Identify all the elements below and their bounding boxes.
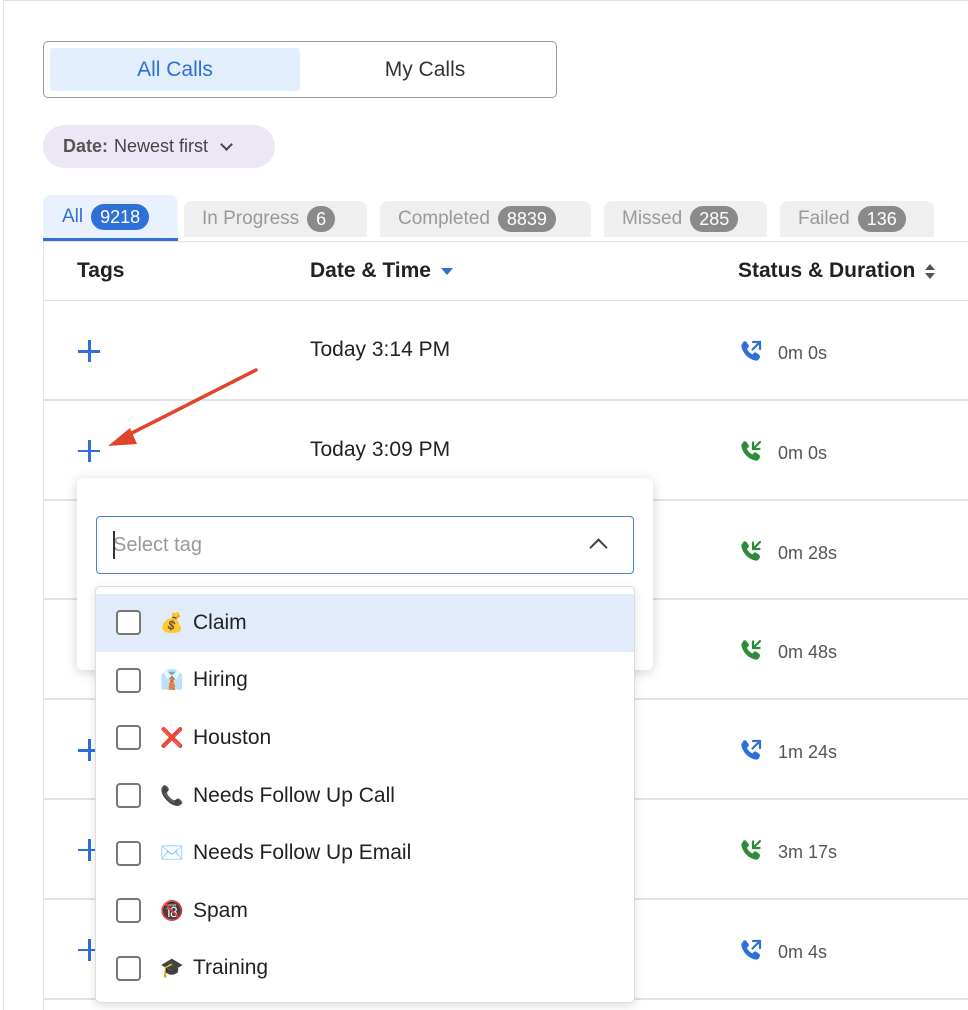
call-status: 0m 0s xyxy=(738,338,827,369)
tag-emoji: 🎓 xyxy=(160,958,184,980)
tag-option-label: Hiring xyxy=(193,668,248,692)
tag-option[interactable]: 👔 Hiring xyxy=(96,652,634,710)
call-duration: 0m 48s xyxy=(778,642,838,663)
call-duration: 1m 24s xyxy=(778,742,838,763)
column-header-label: Date & Time xyxy=(310,259,431,282)
call-status: 1m 24s xyxy=(738,737,837,768)
tag-option-label: Needs Follow Up Email xyxy=(193,841,412,865)
incoming-call-icon xyxy=(738,837,764,868)
call-duration: 0m 0s xyxy=(778,343,828,363)
tag-option[interactable]: 🎓 Training xyxy=(96,940,634,998)
checkbox[interactable] xyxy=(116,783,141,809)
outgoing-call-icon xyxy=(738,338,764,369)
table-header: Tags Date & Time Status & Duration xyxy=(44,242,968,301)
call-duration: 3m 17s xyxy=(778,841,838,862)
tab-count-badge: 9218 xyxy=(91,203,150,230)
chevron-up-icon[interactable] xyxy=(589,538,608,557)
call-status: 0m 4s xyxy=(738,937,827,968)
date-sort-filter[interactable]: Date: Newest first xyxy=(43,125,275,168)
call-datetime: Today 3:14 PM xyxy=(310,338,451,361)
tab-count-badge: 8839 xyxy=(497,206,556,232)
tag-option-label: Training xyxy=(193,956,269,980)
chevron-down-icon xyxy=(220,138,233,151)
tag-emoji: 👔 xyxy=(160,670,184,692)
column-header-datetime[interactable]: Date & Time xyxy=(310,259,453,283)
tab-completed[interactable]: Completed 8839 xyxy=(380,201,591,237)
text-cursor xyxy=(113,531,115,559)
add-tag-button[interactable] xyxy=(77,439,101,463)
tab-missed[interactable]: Missed 285 xyxy=(604,201,767,237)
tag-option[interactable]: 🔞 Spam xyxy=(96,882,634,940)
column-header-status[interactable]: Status & Duration xyxy=(738,259,936,283)
incoming-call-icon xyxy=(738,637,764,668)
checkbox[interactable] xyxy=(116,725,141,751)
status-tabs: All 9218 In Progress 6 Completed 8839 Mi… xyxy=(43,195,968,243)
call-status: 3m 17s xyxy=(738,837,837,868)
tab-in-progress[interactable]: In Progress 6 xyxy=(184,201,367,237)
tab-label: In Progress xyxy=(202,208,300,229)
filter-key: Date: xyxy=(63,136,109,156)
add-tag-button[interactable] xyxy=(77,339,101,363)
tab-failed[interactable]: Failed 136 xyxy=(780,201,934,237)
incoming-call-icon xyxy=(738,538,764,569)
tab-label: Missed xyxy=(622,208,683,229)
all-calls-button[interactable]: All Calls xyxy=(50,48,300,91)
sort-descending-icon xyxy=(441,267,453,275)
outgoing-call-icon xyxy=(738,937,764,968)
call-duration: 0m 0s xyxy=(778,442,828,463)
tab-label: Completed xyxy=(398,208,490,229)
tag-emoji: ❌ xyxy=(160,727,184,749)
tag-option[interactable]: 📞 Needs Follow Up Call xyxy=(96,767,634,825)
tag-option[interactable]: 💰 Claim xyxy=(96,594,634,652)
checkbox[interactable] xyxy=(116,955,141,981)
tab-count-badge: 6 xyxy=(307,206,336,232)
select-tag-input[interactable]: Select tag xyxy=(96,516,634,574)
my-calls-button[interactable]: My Calls xyxy=(300,48,550,91)
call-status: 0m 48s xyxy=(738,637,837,668)
column-header-label: Status & Duration xyxy=(738,259,916,282)
tag-emoji: 🔞 xyxy=(160,900,184,922)
tag-emoji: 💰 xyxy=(160,612,184,634)
call-duration: 0m 4s xyxy=(778,941,828,962)
tab-count-badge: 136 xyxy=(857,206,906,232)
select-tag-placeholder: Select tag xyxy=(113,534,202,556)
tag-option[interactable]: ❌ Houston xyxy=(96,709,634,767)
tag-emoji: ✉️ xyxy=(160,843,184,865)
call-datetime: Today 3:09 PM xyxy=(310,437,451,461)
outgoing-call-icon xyxy=(738,737,764,768)
tab-all[interactable]: All 9218 xyxy=(43,195,178,241)
tag-option-label: Houston xyxy=(193,725,272,749)
tab-label: Failed xyxy=(798,208,850,229)
calls-segmented-control: All Calls My Calls xyxy=(43,41,557,98)
call-status: 0m 0s xyxy=(738,438,827,469)
tag-options-list: 💰 Claim 👔 Hiring ❌ Houston 📞 Needs Follo… xyxy=(95,586,635,1003)
tag-option-label: Claim xyxy=(193,610,247,634)
incoming-call-icon xyxy=(738,438,764,469)
table-row[interactable]: Today 3:14 PM 0m 0s xyxy=(44,301,968,401)
tab-count-badge: 285 xyxy=(690,206,739,232)
tag-option-label: Spam xyxy=(193,898,248,922)
tag-option-label: Needs Follow Up Call xyxy=(193,783,395,807)
tag-emoji: 📞 xyxy=(160,785,184,807)
checkbox[interactable] xyxy=(116,898,141,924)
tab-label: All xyxy=(62,205,84,227)
call-duration: 0m 28s xyxy=(778,542,838,563)
checkbox[interactable] xyxy=(116,840,141,866)
filter-value: Newest first xyxy=(114,136,209,156)
column-header-tags: Tags xyxy=(77,259,125,282)
checkbox[interactable] xyxy=(116,667,141,693)
checkbox[interactable] xyxy=(116,610,141,636)
call-status: 0m 28s xyxy=(738,538,837,569)
sort-icon xyxy=(925,263,936,279)
tag-option[interactable]: ✉️ Needs Follow Up Email xyxy=(96,824,634,882)
